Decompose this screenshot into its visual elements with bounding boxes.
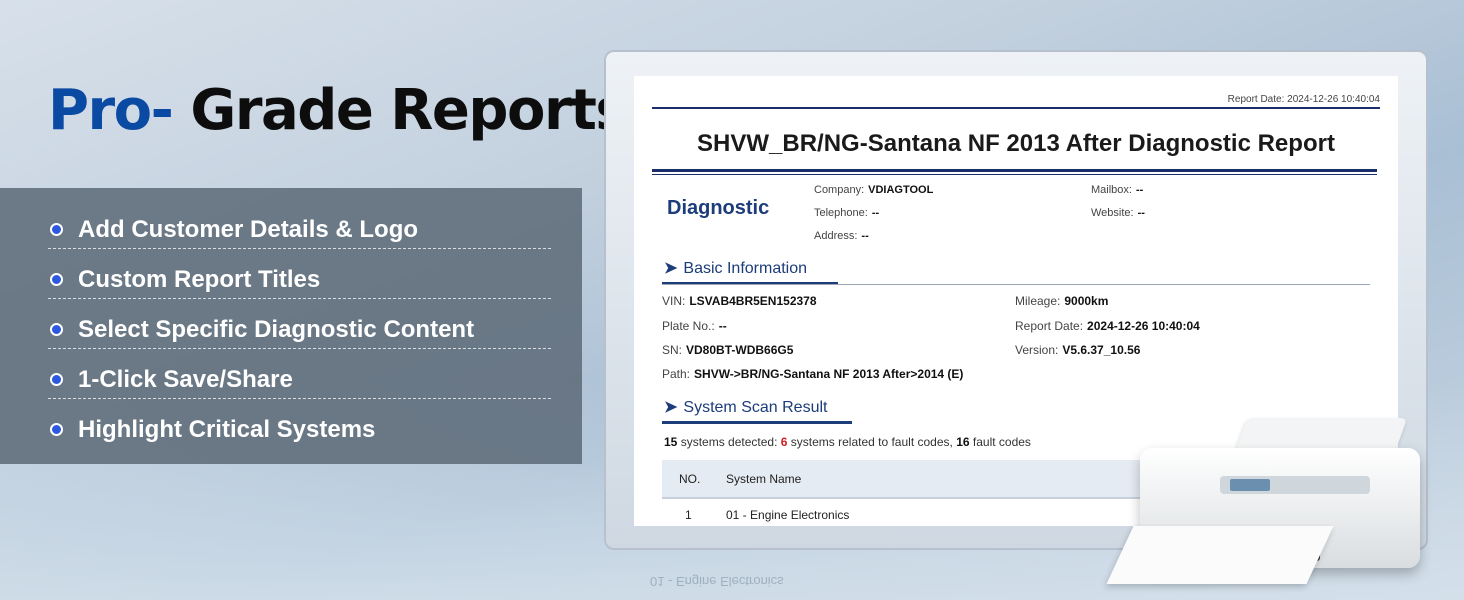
row-no: 1	[685, 508, 692, 522]
feature-label: Add Customer Details & Logo	[78, 216, 419, 243]
mileage-value: 9000km	[1064, 294, 1109, 308]
fault-code-count: 16	[956, 435, 970, 449]
fault-code-text: fault codes	[969, 435, 1031, 449]
feature-label: Custom Report Titles	[78, 266, 321, 293]
printer-illustration	[1106, 418, 1424, 588]
basic-info-heading: ➤ Basic Information	[664, 258, 807, 278]
detected-count: 15	[664, 435, 678, 449]
sn-field: SN: VD80BT-WDB66G5	[662, 343, 793, 357]
telephone-label: Telephone:	[814, 207, 868, 219]
website-label: Website:	[1091, 207, 1134, 219]
vin-field: VIN: LSVAB4BR5EN152378	[662, 294, 817, 308]
bullet-icon	[50, 273, 63, 286]
mileage-label: Mileage:	[1015, 294, 1061, 308]
path-value: SHVW->BR/NG-Santana NF 2013 After>2014 (…	[694, 367, 964, 381]
report-date-field: Report Date: 2024-12-26 10:40:04	[1015, 319, 1200, 333]
basic-info-title: Basic Information	[683, 260, 808, 277]
printed-paper	[1106, 526, 1334, 584]
feature-item: Select Specific Diagnostic Content	[48, 298, 551, 349]
feature-item: Add Customer Details & Logo	[48, 198, 551, 249]
report-date-header: Report Date: 2024-12-26 10:40:04	[1227, 94, 1380, 105]
detected-text: systems detected:	[677, 435, 781, 449]
divider	[652, 169, 1377, 172]
version-field: Version: V5.6.37_10.56	[1015, 343, 1140, 357]
version-value: V5.6.37_10.56	[1062, 343, 1141, 357]
headline: Pro- Grade Reports	[48, 78, 629, 143]
address-value: --	[861, 230, 869, 242]
company-label: Company:	[814, 184, 865, 196]
report-title: SHVW_BR/NG-Santana NF 2013 After Diagnos…	[697, 130, 1335, 157]
headline-accent: Pro-	[48, 78, 174, 143]
vin-label: VIN:	[662, 294, 686, 308]
path-field: Path: SHVW->BR/NG-Santana NF 2013 After>2…	[662, 367, 963, 381]
company-logo: Diagnostic	[667, 197, 770, 219]
mailbox-value: --	[1135, 184, 1144, 196]
path-label: Path:	[662, 367, 691, 381]
divider	[652, 107, 1380, 109]
feature-list: Add Customer Details & Logo Custom Repor…	[0, 188, 582, 464]
section-rule	[662, 284, 1370, 285]
column-header-no: NO.	[679, 472, 701, 486]
bullet-icon	[50, 323, 63, 336]
telephone-value: --	[871, 207, 880, 219]
feature-label: 1-Click Save/Share	[78, 366, 293, 393]
arrow-icon: ➤	[664, 260, 678, 277]
mailbox-label: Mailbox:	[1091, 184, 1132, 196]
version-label: Version:	[1015, 343, 1059, 357]
scan-summary: 15 systems detected: 6 systems related t…	[664, 435, 1031, 449]
feature-item: Highlight Critical Systems	[48, 398, 551, 448]
vin-value: LSVAB4BR5EN152378	[689, 294, 817, 308]
address-label: Address:	[814, 230, 858, 242]
website-field: Website: --	[1091, 207, 1145, 219]
fault-system-text: systems related to fault codes,	[787, 435, 957, 449]
screen-reflection: 01 - Engine Electronics	[650, 574, 784, 589]
bullet-icon	[50, 423, 63, 436]
bullet-icon	[50, 223, 63, 236]
telephone-field: Telephone: --	[814, 207, 879, 219]
section-underline	[662, 421, 852, 424]
headline-rest: Grade Reports	[190, 78, 628, 143]
row-system-name: 01 - Engine Electronics	[726, 508, 850, 522]
company-value: VDIAGTOOL	[868, 184, 934, 196]
plate-field: Plate No.: --	[662, 319, 727, 333]
feature-item: Custom Report Titles	[48, 248, 551, 299]
website-value: --	[1137, 207, 1145, 219]
report-date-label: Report Date:	[1015, 319, 1084, 333]
sn-label: SN:	[662, 343, 683, 357]
feature-label: Select Specific Diagnostic Content	[78, 316, 475, 343]
feature-label: Highlight Critical Systems	[78, 416, 376, 443]
scan-title: System Scan Result	[683, 399, 828, 416]
report-date-value: 2024-12-26 10:40:04	[1087, 319, 1200, 333]
bullet-icon	[50, 373, 63, 386]
sn-value: VD80BT-WDB66G5	[686, 343, 794, 357]
printer-display	[1230, 479, 1270, 491]
divider	[652, 174, 1377, 175]
column-header-system: System Name	[726, 472, 802, 486]
scan-heading: ➤ System Scan Result	[664, 397, 827, 417]
mailbox-field: Mailbox: --	[1091, 184, 1143, 196]
plate-label: Plate No.:	[662, 319, 715, 333]
arrow-icon: ➤	[664, 399, 678, 416]
plate-value: --	[718, 319, 727, 333]
company-field: Company: VDIAGTOOL	[814, 184, 933, 196]
mileage-field: Mileage: 9000km	[1015, 294, 1108, 308]
feature-item: 1-Click Save/Share	[48, 348, 551, 399]
address-field: Address: --	[814, 230, 869, 242]
